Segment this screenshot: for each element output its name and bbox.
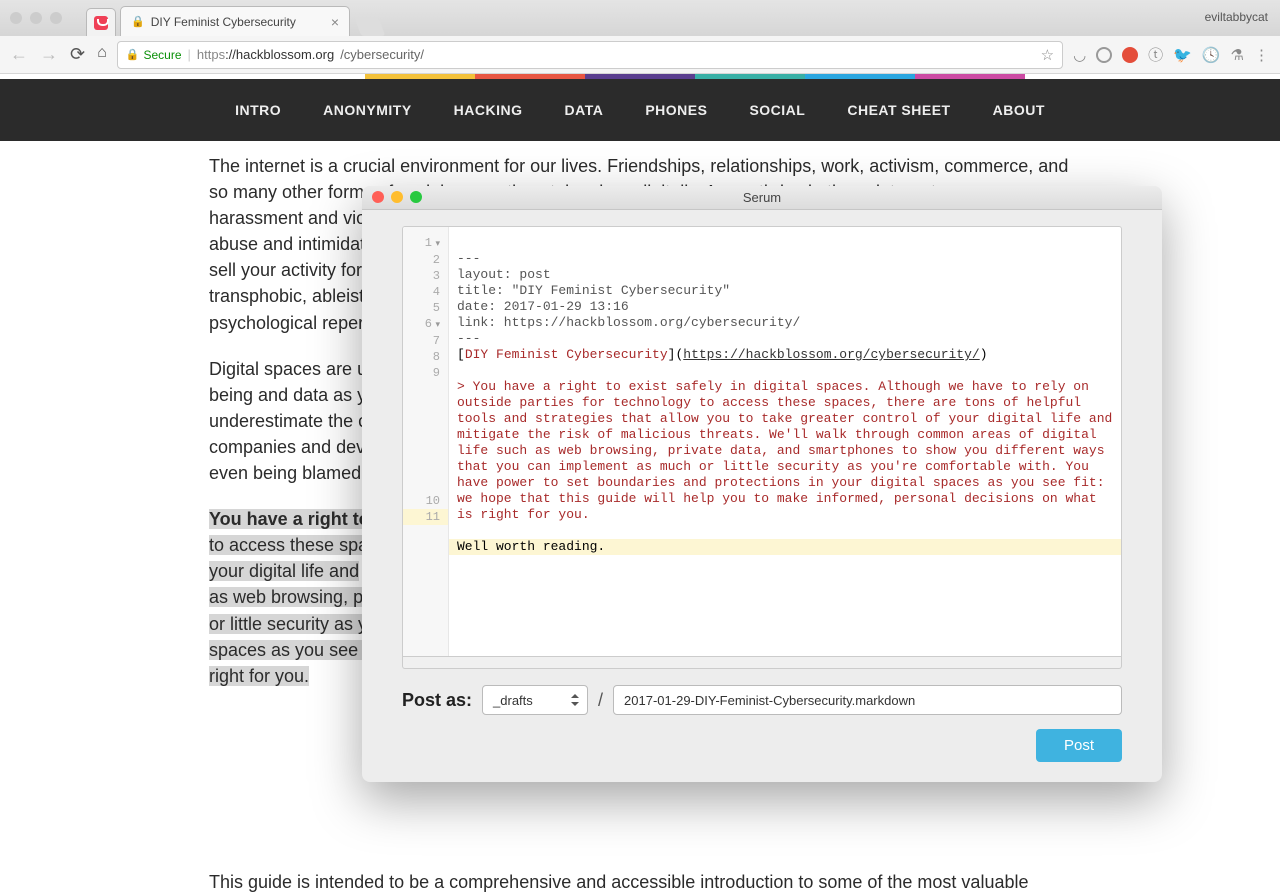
site-nav: INTRO ANONYMITY HACKING DATA PHONES SOCI… [0,79,1280,141]
reload-button[interactable]: ⟳ [70,44,85,65]
rainbow-divider [255,74,1025,79]
path-separator: / [598,690,603,711]
browser-toolbar: ← → ⟳ ⌂ Secure | https://hackblossom.org… [0,36,1280,74]
pocket-icon [94,16,108,30]
extension-icon[interactable] [1096,47,1112,63]
close-icon[interactable]: × [331,14,339,30]
pocket-ext-icon[interactable]: ◡ [1073,46,1086,64]
zoom-window-icon[interactable] [410,191,422,203]
nav-social[interactable]: SOCIAL [749,102,805,118]
nav-anonymity[interactable]: ANONYMITY [323,102,412,118]
adblock-icon[interactable] [1122,47,1138,63]
back-button[interactable]: ← [10,44,28,65]
editor-titlebar[interactable]: Serum [362,186,1162,210]
forward-button[interactable]: → [40,44,58,65]
code-editor[interactable]: 1▾ 2 3 4 5 6▾ 7 8 9 10 11 --- layout: po… [402,226,1122,657]
post-as-label: Post as: [402,690,472,711]
post-button[interactable]: Post [1036,729,1122,762]
folder-select[interactable]: _drafts [482,685,588,715]
nav-hacking[interactable]: HACKING [454,102,523,118]
nav-data[interactable]: DATA [565,102,604,118]
chrome-menu-icon[interactable]: ⋮ [1254,46,1270,64]
nav-cheat-sheet[interactable]: CHEAT SHEET [847,102,950,118]
editor-traffic-lights [372,191,422,203]
nav-intro[interactable]: INTRO [235,102,281,118]
lock-icon: 🔒 [131,15,145,28]
twitter-icon[interactable]: 🐦 [1173,46,1192,64]
line-gutter: 1▾ 2 3 4 5 6▾ 7 8 9 10 11 [403,227,449,656]
labs-icon[interactable]: ⚗ [1231,46,1244,64]
address-bar[interactable]: Secure | https://hackblossom.org/cyberse… [117,41,1063,69]
new-tab-button[interactable] [355,18,386,36]
extension-icons: ◡ ⓣ 🐦 🕓 ⚗ ⋮ [1073,44,1270,65]
editor-status-bar [402,657,1122,669]
editor-title: Serum [743,190,781,205]
bookmark-star-icon[interactable]: ☆ [1041,46,1054,64]
pinned-tab-pocket[interactable] [86,8,116,36]
clock-icon[interactable]: 🕓 [1202,46,1221,64]
close-window-icon[interactable] [372,191,384,203]
window-traffic-lights [10,12,62,24]
tab-title: DIY Feminist Cybersecurity [151,15,296,29]
secure-badge: Secure [126,48,182,62]
tumblr-icon[interactable]: ⓣ [1148,44,1163,65]
filename-input[interactable]: 2017-01-29-DIY-Feminist-Cybersecurity.ma… [613,685,1122,715]
browser-tab-active[interactable]: 🔒 DIY Feminist Cybersecurity × [120,6,350,36]
minimize-window-icon[interactable] [391,191,403,203]
serum-editor-window: Serum 1▾ 2 3 4 5 6▾ 7 8 9 10 11 --- layo… [362,186,1162,782]
nav-about[interactable]: ABOUT [993,102,1045,118]
browser-tab-bar: 🔒 DIY Feminist Cybersecurity × eviltabby… [0,0,1280,36]
home-button[interactable]: ⌂ [97,44,107,65]
nav-phones[interactable]: PHONES [645,102,707,118]
profile-name[interactable]: eviltabbycat [1205,10,1268,24]
code-content[interactable]: --- layout: post title: "DIY Feminist Cy… [449,227,1121,656]
